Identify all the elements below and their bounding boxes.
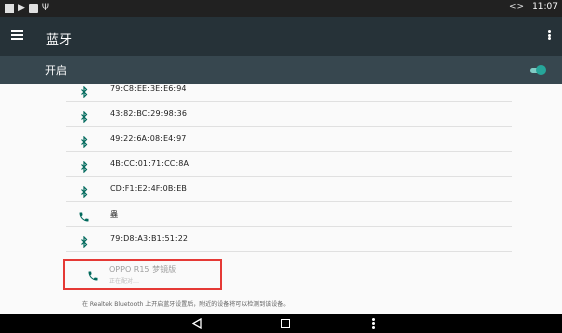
home-icon[interactable] <box>281 319 290 328</box>
device-name: 43:82:BC:29:98:36 <box>110 109 188 118</box>
menu-icon[interactable] <box>11 30 23 40</box>
pairing-device-status: 正在配对… <box>109 278 140 285</box>
bluetooth-icon <box>78 233 90 249</box>
photo-icon <box>5 3 14 13</box>
device-name: 79:C8:EE:3E:E6:94 <box>110 84 187 93</box>
navigation-bar <box>0 314 562 333</box>
recents-icon[interactable] <box>372 318 375 329</box>
phone-icon <box>78 208 90 222</box>
bluetooth-switch[interactable] <box>530 65 546 75</box>
bluetooth-icon <box>78 133 90 149</box>
device-list: 79:C8:EE:3E:E6:94 43:82:BC:29:98:36 49:22:… <box>66 84 512 252</box>
device-list-item[interactable]: 4B:CC:01:71:CC:8A <box>66 152 512 177</box>
status-icons: ▶ Ψ <box>5 3 49 13</box>
visibility-note: 在 Realtek Bluetooth 上开启蓝牙设置后，附近的设备将可以检测到… <box>82 301 290 308</box>
square-icon <box>28 3 38 13</box>
more-options-icon[interactable] <box>546 27 552 43</box>
device-name: 蟲 <box>110 210 119 219</box>
device-name: CD:F1:E2:4F:0B:EB <box>110 184 187 193</box>
device-list-item[interactable]: CD:F1:E2:4F:0B:EB <box>66 177 512 202</box>
pairing-device-name: OPPO R15 梦镜版 <box>109 265 177 274</box>
phone-icon <box>88 271 98 281</box>
device-list-item[interactable]: 43:82:BC:29:98:36 <box>66 102 512 127</box>
cast-icon: ▶ <box>18 3 25 13</box>
bluetooth-icon <box>78 84 90 99</box>
app-bar: 蓝牙 <box>0 17 562 56</box>
page-title: 蓝牙 <box>46 33 73 48</box>
back-icon[interactable] <box>192 318 202 329</box>
bluetooth-icon <box>78 108 90 124</box>
device-name: 4B:CC:01:71:CC:8A <box>110 159 190 168</box>
bluetooth-icon <box>78 183 90 199</box>
device-name: 49:22:6A:08:E4:97 <box>110 134 187 143</box>
device-list-panel: 79:C8:EE:3E:E6:94 43:82:BC:29:98:36 49:22:… <box>0 84 562 314</box>
bluetooth-icon <box>78 158 90 174</box>
device-name: 79:D8:A3:B1:51:22 <box>110 234 189 243</box>
arrows-icon: <> <box>508 2 525 12</box>
status-time: 11:07 <box>532 2 558 12</box>
device-list-item[interactable]: 79:D8:A3:B1:51:22 <box>66 227 512 252</box>
toggle-label: 开启 <box>45 64 67 77</box>
device-list-item[interactable]: 蟲 <box>66 202 512 227</box>
pairing-device-item[interactable]: OPPO R15 梦镜版 正在配对… <box>63 259 222 290</box>
device-list-item[interactable]: 49:22:6A:08:E4:97 <box>66 127 512 152</box>
switch-thumb <box>536 65 546 75</box>
device-list-item[interactable]: 79:C8:EE:3E:E6:94 <box>66 84 512 102</box>
usb-icon: Ψ <box>41 3 50 13</box>
bluetooth-toggle-bar[interactable]: 开启 <box>0 56 562 84</box>
status-bar: ▶ Ψ <> 11:07 <box>0 0 562 17</box>
